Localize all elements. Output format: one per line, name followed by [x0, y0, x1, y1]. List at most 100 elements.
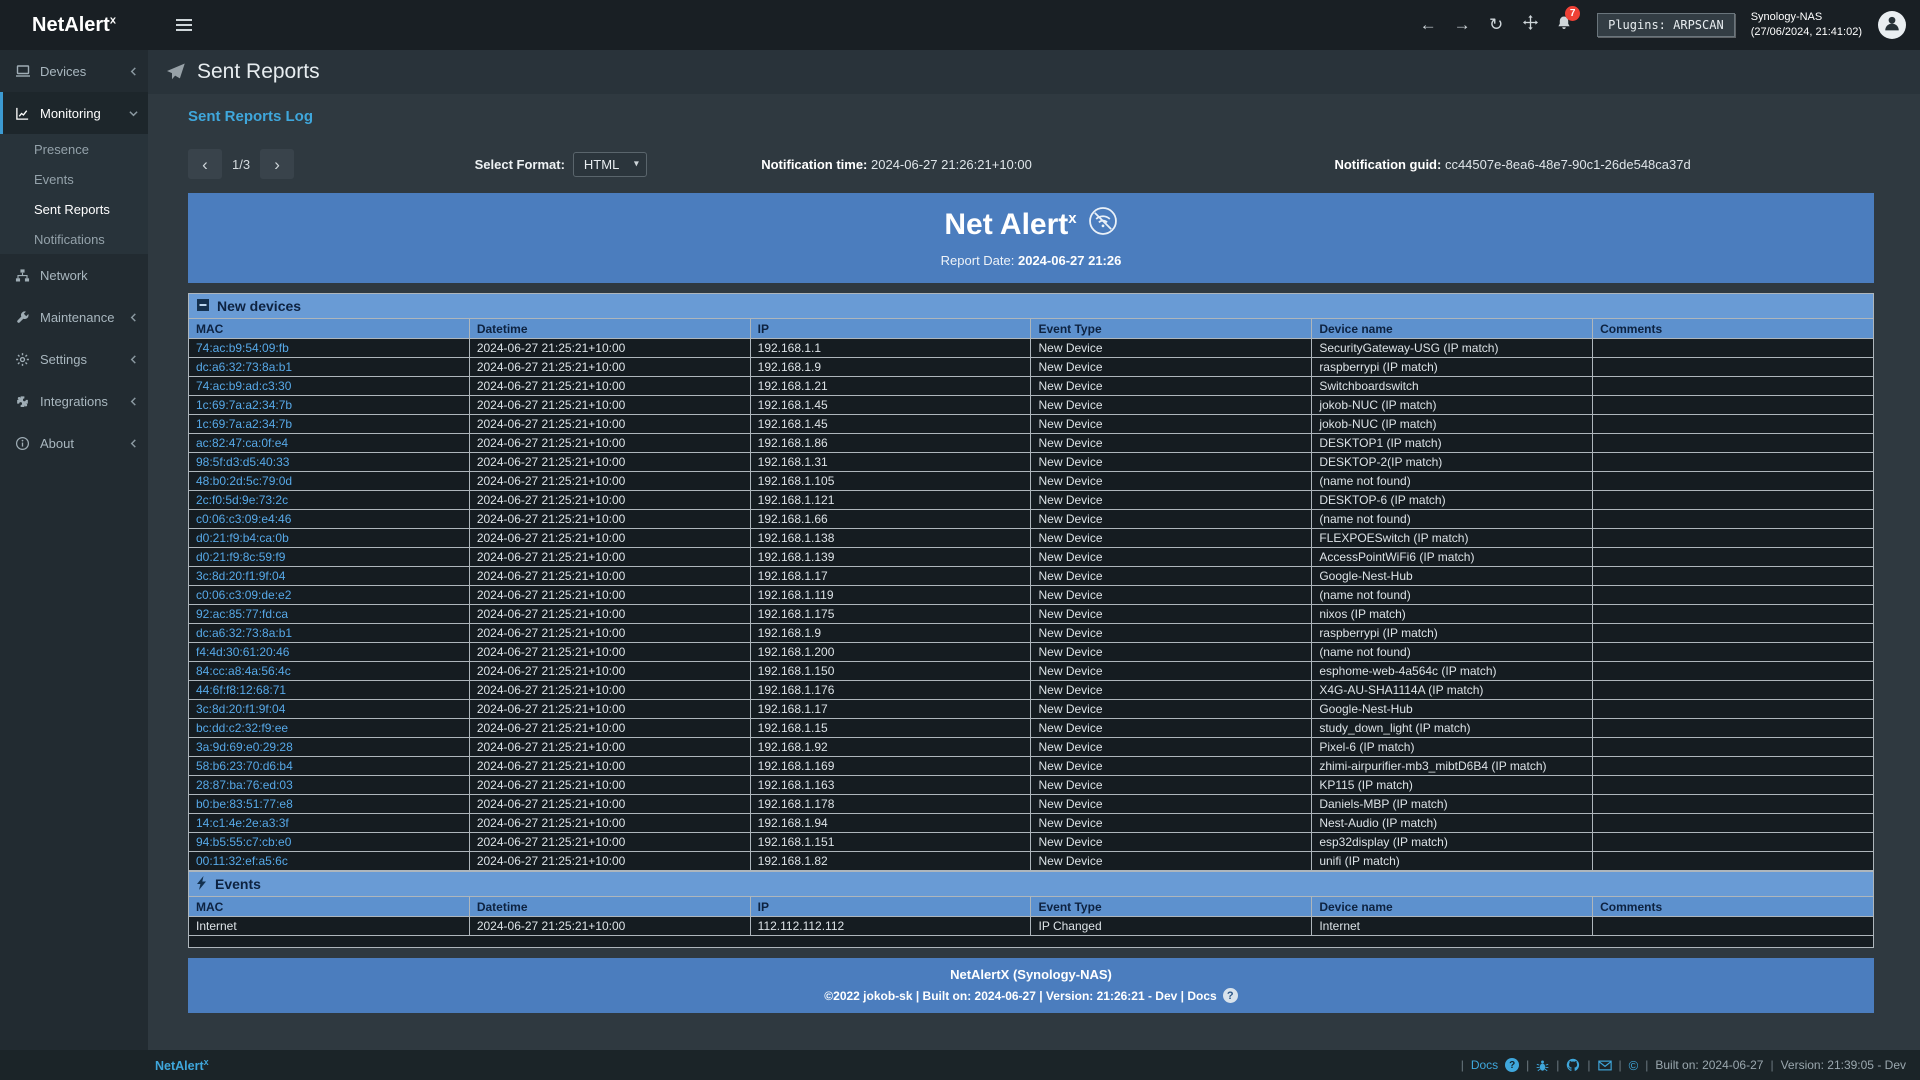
nav-back-button[interactable]: ←	[1411, 0, 1445, 50]
sidebar-item-events[interactable]: Events	[0, 164, 148, 194]
table-cell: 192.168.1.21	[750, 377, 1031, 396]
mac-link-cell[interactable]: dc:a6:32:73:8a:b1	[189, 358, 470, 377]
table-row: 74:ac:b9:54:09:fb2024-06-27 21:25:21+10:…	[189, 339, 1874, 358]
table-cell: 2024-06-27 21:25:21+10:00	[469, 719, 750, 738]
sidebar-item-about[interactable]: About	[0, 422, 148, 464]
mac-link-cell[interactable]: d0:21:f9:b4:ca:0b	[189, 529, 470, 548]
copyright-icon[interactable]: ©	[1629, 1058, 1639, 1073]
mac-link-cell[interactable]: 3c:8d:20:f1:9f:04	[189, 700, 470, 719]
sidebar-toggle-button[interactable]	[170, 11, 198, 39]
mac-link-cell[interactable]: 44:6f:f8:12:68:71	[189, 681, 470, 700]
docs-link[interactable]: Docs	[1471, 1058, 1498, 1072]
avatar[interactable]	[1878, 11, 1906, 39]
footer-brand-link[interactable]: NetAlertx	[155, 1057, 209, 1073]
refresh-button[interactable]: ↻	[1479, 0, 1513, 50]
sidebar-item-label: Integrations	[40, 394, 120, 409]
move-icon	[1523, 15, 1538, 35]
sent-reports-log-link[interactable]: Sent Reports Log	[188, 108, 313, 125]
events-band: Events	[188, 871, 1874, 896]
report-title-text: Net Alert	[944, 208, 1068, 241]
mac-link-cell[interactable]: 58:b6:23:70:d6:b4	[189, 757, 470, 776]
bug-icon[interactable]	[1536, 1059, 1549, 1072]
mac-link-cell[interactable]: f4:4d:30:61:20:46	[189, 643, 470, 662]
mac-link-cell[interactable]: dc:a6:32:73:8a:b1	[189, 624, 470, 643]
table-cell: New Device	[1031, 776, 1312, 795]
table-cell: New Device	[1031, 339, 1312, 358]
mac-link-cell[interactable]: 48:b0:2d:5c:79:0d	[189, 472, 470, 491]
notification-time: Notification time: 2024-06-27 21:26:21+1…	[761, 157, 1334, 172]
next-page-button[interactable]: ›	[260, 149, 294, 179]
prev-page-button[interactable]: ‹	[188, 149, 222, 179]
table-cell: 2024-06-27 21:25:21+10:00	[469, 548, 750, 567]
mac-link-cell[interactable]: 74:ac:b9:ad:c3:30	[189, 377, 470, 396]
nav-forward-button[interactable]: →	[1445, 0, 1479, 50]
mac-link-cell[interactable]: c0:06:c3:09:e4:46	[189, 510, 470, 529]
table-cell	[1593, 681, 1874, 700]
events-section: Events MACDatetimeIPEvent TypeDevice nam…	[188, 871, 1874, 948]
mac-link-cell[interactable]: 14:c1:4e:2e:a3:3f	[189, 814, 470, 833]
table-row: 14:c1:4e:2e:a3:3f2024-06-27 21:25:21+10:…	[189, 814, 1874, 833]
table-cell: 192.168.1.31	[750, 453, 1031, 472]
table-cell	[1593, 586, 1874, 605]
mac-link-cell[interactable]: b0:be:83:51:77:e8	[189, 795, 470, 814]
table-cell	[1593, 719, 1874, 738]
table-cell	[1593, 917, 1874, 936]
mail-icon[interactable]	[1598, 1060, 1612, 1071]
mac-link-cell[interactable]: 1c:69:7a:a2:34:7b	[189, 415, 470, 434]
table-cell: Internet	[189, 917, 470, 936]
github-icon[interactable]	[1566, 1058, 1580, 1072]
sidebar-item-presence[interactable]: Presence	[0, 134, 148, 164]
table-cell: AccessPointWiFi6 (IP match)	[1312, 548, 1593, 567]
table-cell: unifi (IP match)	[1312, 852, 1593, 871]
format-select[interactable]: HTML	[573, 152, 647, 177]
help-icon[interactable]: ?	[1223, 988, 1238, 1003]
mac-link-cell[interactable]: 94:b5:55:c7:cb:e0	[189, 833, 470, 852]
table-cell: 2024-06-27 21:25:21+10:00	[469, 339, 750, 358]
help-icon[interactable]: ?	[1505, 1058, 1519, 1072]
gear-icon	[14, 352, 31, 367]
mac-link-cell[interactable]: d0:21:f9:8c:59:f9	[189, 548, 470, 567]
mac-link-cell[interactable]: 2c:f0:5d:9e:73:2c	[189, 491, 470, 510]
sidebar-item-notifications[interactable]: Notifications	[0, 224, 148, 254]
sidebar-item-sent-reports[interactable]: Sent Reports	[0, 194, 148, 224]
sidebar-item-maintenance[interactable]: Maintenance	[0, 296, 148, 338]
table-row: 44:6f:f8:12:68:712024-06-27 21:25:21+10:…	[189, 681, 1874, 700]
devices-icon	[14, 63, 31, 79]
events-icon	[196, 876, 208, 893]
mac-link-cell[interactable]: 28:87:ba:76:ed:03	[189, 776, 470, 795]
table-cell: X4G-AU-SHA1114A (IP match)	[1312, 681, 1593, 700]
mac-link-cell[interactable]: c0:06:c3:09:de:e2	[189, 586, 470, 605]
host-info: Synology-NAS (27/06/2024, 21:41:02)	[1751, 10, 1862, 40]
mac-link-cell[interactable]: bc:dd:c2:32:f9:ee	[189, 719, 470, 738]
mac-link-cell[interactable]: 1c:69:7a:a2:34:7b	[189, 396, 470, 415]
table-cell: Nest-Audio (IP match)	[1312, 814, 1593, 833]
table-cell	[1593, 529, 1874, 548]
sidebar-item-settings[interactable]: Settings	[0, 338, 148, 380]
app-logo[interactable]: NetAlertx	[0, 14, 148, 37]
mac-link-cell[interactable]: 3c:8d:20:f1:9f:04	[189, 567, 470, 586]
table-cell: 2024-06-27 21:25:21+10:00	[469, 396, 750, 415]
mac-link-cell[interactable]: ac:82:47:ca:0f:e4	[189, 434, 470, 453]
sidebar-item-devices[interactable]: Devices	[0, 50, 148, 92]
table-cell	[1593, 852, 1874, 871]
table-row: dc:a6:32:73:8a:b12024-06-27 21:25:21+10:…	[189, 358, 1874, 377]
plugins-button[interactable]: Plugins: ARPSCAN	[1597, 13, 1735, 37]
table-cell: zhimi-airpurifier-mb3_mibtD6B4 (IP match…	[1312, 757, 1593, 776]
mac-link-cell[interactable]: 3a:9d:69:e0:29:28	[189, 738, 470, 757]
separator: |	[1619, 1058, 1622, 1072]
notifications-button[interactable]: 7	[1547, 0, 1581, 50]
sidebar-item-label: Network	[40, 268, 138, 283]
separator: |	[1587, 1058, 1590, 1072]
mac-link-cell[interactable]: 74:ac:b9:54:09:fb	[189, 339, 470, 358]
mac-link-cell[interactable]: 84:cc:a8:4a:56:4c	[189, 662, 470, 681]
column-header-device-name: Device name	[1312, 319, 1593, 339]
move-button[interactable]	[1513, 0, 1547, 50]
sidebar-item-network[interactable]: Network	[0, 254, 148, 296]
mac-link-cell[interactable]: 00:11:32:ef:a5:6c	[189, 852, 470, 871]
table-cell: esphome-web-4a564c (IP match)	[1312, 662, 1593, 681]
mac-link-cell[interactable]: 98:5f:d3:d5:40:33	[189, 453, 470, 472]
table-cell: 2024-06-27 21:25:21+10:00	[469, 681, 750, 700]
mac-link-cell[interactable]: 92:ac:85:77:fd:ca	[189, 605, 470, 624]
sidebar-item-monitoring[interactable]: Monitoring	[0, 92, 148, 134]
sidebar-item-integrations[interactable]: Integrations	[0, 380, 148, 422]
